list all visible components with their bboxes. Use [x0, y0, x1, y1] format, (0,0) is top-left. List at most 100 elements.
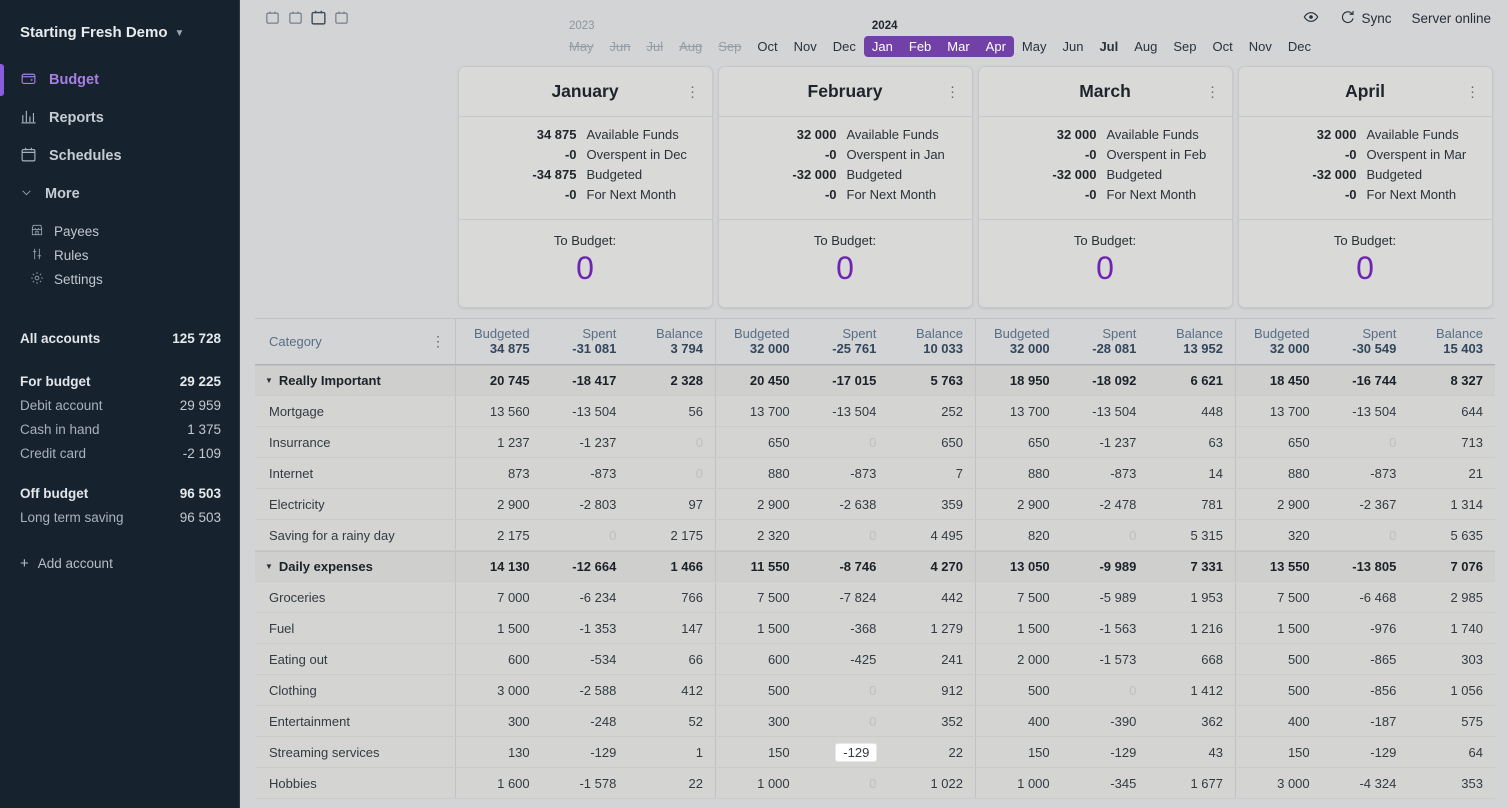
cell-entertainment-february-spent[interactable]: 0	[802, 706, 889, 736]
cell-streaming-services-april-balance[interactable]: 64	[1408, 737, 1495, 767]
cell-internet-april-budgeted[interactable]: 880	[1235, 458, 1322, 488]
cell-fuel-april-balance[interactable]: 1 740	[1408, 613, 1495, 643]
cell-eating-out-march-balance[interactable]: 668	[1148, 644, 1235, 674]
cell-really-important-january-budgeted[interactable]: 20 745	[455, 366, 542, 395]
cell-saving-for-a-rainy-day-january-spent[interactable]: 0	[542, 520, 629, 550]
timeline-month-feb[interactable]: Feb	[901, 36, 939, 57]
cell-fuel-april-budgeted[interactable]: 1 500	[1235, 613, 1322, 643]
cell-fuel-january-budgeted[interactable]: 1 500	[455, 613, 542, 643]
cell-insurrance-january-balance[interactable]: 0	[628, 427, 715, 457]
server-status-button[interactable]: Server online	[1411, 11, 1491, 26]
calendar-view-4-button[interactable]	[332, 8, 350, 26]
cell-fuel-february-spent[interactable]: -368	[802, 613, 889, 643]
cell-groceries-january-budgeted[interactable]: 7 000	[455, 582, 542, 612]
sync-button[interactable]: Sync	[1339, 9, 1391, 28]
cell-mortgage-april-budgeted[interactable]: 13 700	[1235, 396, 1322, 426]
cell-eating-out-february-spent[interactable]: -425	[802, 644, 889, 674]
cell-eating-out-april-spent[interactable]: -865	[1322, 644, 1409, 674]
cell-internet-march-spent[interactable]: -873	[1062, 458, 1149, 488]
cell-insurrance-april-budgeted[interactable]: 650	[1235, 427, 1322, 457]
category-row-fuel[interactable]: Fuel1 500-1 3531471 500-3681 2791 500-1 …	[255, 613, 1495, 644]
cell-entertainment-march-spent[interactable]: -390	[1062, 706, 1149, 736]
cell-really-important-january-balance[interactable]: 2 328	[628, 366, 715, 395]
cell-daily-expenses-january-balance[interactable]: 1 466	[628, 552, 715, 581]
cell-daily-expenses-march-balance[interactable]: 7 331	[1148, 552, 1235, 581]
cell-groceries-january-balance[interactable]: 766	[628, 582, 715, 612]
cell-electricity-april-balance[interactable]: 1 314	[1408, 489, 1495, 519]
cell-groceries-march-spent[interactable]: -5 989	[1062, 582, 1149, 612]
timeline-month-jun[interactable]: Jun	[1054, 36, 1091, 57]
timeline-month-nov[interactable]: Nov	[786, 36, 825, 57]
category-row-saving-for-a-rainy-day[interactable]: Saving for a rainy day2 17502 1752 32004…	[255, 520, 1495, 551]
cell-eating-out-march-spent[interactable]: -1 573	[1062, 644, 1149, 674]
cell-really-important-april-balance[interactable]: 8 327	[1408, 366, 1495, 395]
cell-saving-for-a-rainy-day-march-budgeted[interactable]: 820	[975, 520, 1062, 550]
cell-saving-for-a-rainy-day-april-spent[interactable]: 0	[1322, 520, 1409, 550]
cell-daily-expenses-april-balance[interactable]: 7 076	[1408, 552, 1495, 581]
account-group-header[interactable]: For budget29 225	[20, 369, 221, 393]
cell-streaming-services-march-balance[interactable]: 43	[1148, 737, 1235, 767]
timeline-month-jul[interactable]: Jul	[1091, 36, 1126, 57]
cell-clothing-april-spent[interactable]: -856	[1322, 675, 1409, 705]
cell-electricity-january-budgeted[interactable]: 2 900	[455, 489, 542, 519]
category-row-internet[interactable]: Internet873-8730880-8737880-87314880-873…	[255, 458, 1495, 489]
cell-clothing-february-balance[interactable]: 912	[888, 675, 975, 705]
cell-saving-for-a-rainy-day-february-budgeted[interactable]: 2 320	[715, 520, 802, 550]
cell-streaming-services-april-spent[interactable]: -129	[1322, 737, 1409, 767]
cell-groceries-april-balance[interactable]: 2 985	[1408, 582, 1495, 612]
cell-eating-out-january-budgeted[interactable]: 600	[455, 644, 542, 674]
cell-mortgage-april-spent[interactable]: -13 504	[1322, 396, 1409, 426]
cell-electricity-march-budgeted[interactable]: 2 900	[975, 489, 1062, 519]
category-header[interactable]: Category⋮	[255, 319, 455, 364]
cell-mortgage-march-budgeted[interactable]: 13 700	[975, 396, 1062, 426]
timeline-month-apr[interactable]: Apr	[978, 36, 1014, 57]
cell-groceries-march-balance[interactable]: 1 953	[1148, 582, 1235, 612]
cell-fuel-february-budgeted[interactable]: 1 500	[715, 613, 802, 643]
cell-streaming-services-february-balance[interactable]: 22	[888, 737, 975, 767]
to-budget-value[interactable]: 0	[459, 250, 712, 287]
cell-entertainment-march-balance[interactable]: 362	[1148, 706, 1235, 736]
add-account-button[interactable]: + Add account	[20, 555, 221, 572]
timeline-month-dec[interactable]: Dec	[825, 36, 864, 57]
cell-internet-march-balance[interactable]: 14	[1148, 458, 1235, 488]
cell-insurrance-april-spent[interactable]: 0	[1322, 427, 1409, 457]
cell-really-important-march-budgeted[interactable]: 18 950	[975, 366, 1062, 395]
cell-eating-out-january-spent[interactable]: -534	[542, 644, 629, 674]
cell-clothing-march-budgeted[interactable]: 500	[975, 675, 1062, 705]
cell-internet-january-spent[interactable]: -873	[542, 458, 629, 488]
cell-really-important-february-spent[interactable]: -17 015	[802, 366, 889, 395]
cell-saving-for-a-rainy-day-february-balance[interactable]: 4 495	[888, 520, 975, 550]
cell-daily-expenses-february-spent[interactable]: -8 746	[802, 552, 889, 581]
cell-eating-out-april-budgeted[interactable]: 500	[1235, 644, 1322, 674]
category-row-entertainment[interactable]: Entertainment300-248523000352400-3903624…	[255, 706, 1495, 737]
cell-entertainment-february-balance[interactable]: 352	[888, 706, 975, 736]
cell-entertainment-january-balance[interactable]: 52	[628, 706, 715, 736]
cell-mortgage-january-spent[interactable]: -13 504	[542, 396, 629, 426]
cell-electricity-march-balance[interactable]: 781	[1148, 489, 1235, 519]
cell-hobbies-february-budgeted[interactable]: 1 000	[715, 768, 802, 798]
cell-insurrance-march-spent[interactable]: -1 237	[1062, 427, 1149, 457]
account-row-credit-card[interactable]: Credit card-2 109	[20, 441, 221, 465]
cell-entertainment-april-balance[interactable]: 575	[1408, 706, 1495, 736]
group-row-daily-expenses[interactable]: ▼Daily expenses14 130-12 6641 46611 550-…	[255, 551, 1495, 582]
all-accounts-row[interactable]: All accounts 125 728	[20, 325, 221, 351]
account-group-header[interactable]: Off budget96 503	[20, 481, 221, 505]
sidebar-item-reports[interactable]: Reports	[0, 99, 239, 137]
cell-entertainment-january-spent[interactable]: -248	[542, 706, 629, 736]
cell-saving-for-a-rainy-day-april-budgeted[interactable]: 320	[1235, 520, 1322, 550]
cell-entertainment-february-budgeted[interactable]: 300	[715, 706, 802, 736]
to-budget-value[interactable]: 0	[979, 250, 1232, 287]
sidebar-item-payees[interactable]: Payees	[0, 219, 239, 243]
cell-insurrance-february-budgeted[interactable]: 650	[715, 427, 802, 457]
cell-fuel-february-balance[interactable]: 1 279	[888, 613, 975, 643]
cell-entertainment-january-budgeted[interactable]: 300	[455, 706, 542, 736]
cell-daily-expenses-january-budgeted[interactable]: 14 130	[455, 552, 542, 581]
cell-insurrance-february-spent[interactable]: 0	[802, 427, 889, 457]
cell-internet-january-budgeted[interactable]: 873	[455, 458, 542, 488]
cell-electricity-february-spent[interactable]: -2 638	[802, 489, 889, 519]
cell-saving-for-a-rainy-day-march-balance[interactable]: 5 315	[1148, 520, 1235, 550]
cell-streaming-services-january-spent[interactable]: -129	[542, 737, 629, 767]
cell-clothing-march-spent[interactable]: 0	[1062, 675, 1149, 705]
category-row-groceries[interactable]: Groceries7 000-6 2347667 500-7 8244427 5…	[255, 582, 1495, 613]
cell-hobbies-march-balance[interactable]: 1 677	[1148, 768, 1235, 798]
